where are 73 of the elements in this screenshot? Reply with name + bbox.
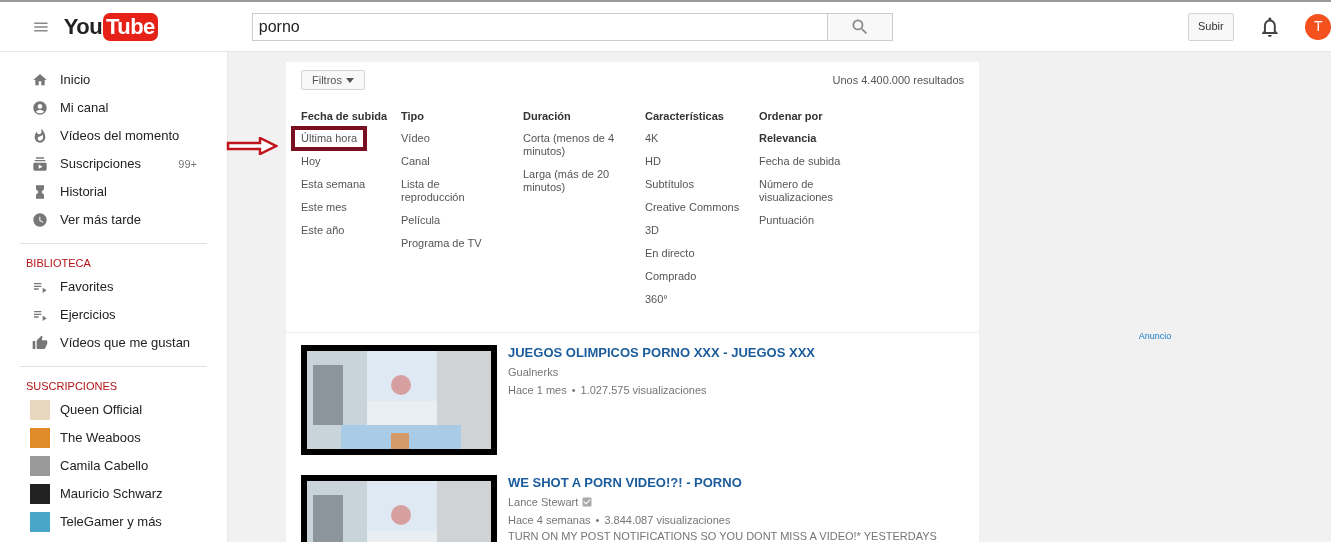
- filter-option[interactable]: Comprado: [645, 270, 697, 283]
- filter-option[interactable]: Esta semana: [301, 178, 366, 191]
- channel-name[interactable]: Lance Stewart: [508, 494, 579, 511]
- sidebar-item[interactable]: Mauricio Schwarz: [0, 480, 227, 508]
- clock-icon: [32, 212, 48, 228]
- filter-option[interactable]: 3D: [645, 224, 660, 237]
- sidebar-item[interactable]: Favorites: [0, 273, 227, 301]
- sidebar-item[interactable]: Queen Official: [0, 396, 227, 424]
- logo[interactable]: You Tube: [63, 10, 158, 43]
- sidebar-item[interactable]: Inicio: [0, 66, 227, 94]
- account-icon: [32, 100, 48, 116]
- filter-option[interactable]: Larga (más de 20 minutos): [523, 168, 623, 194]
- filter-option[interactable]: Programa de TV: [401, 237, 482, 250]
- results-count: Unos 4.400.000 resultados: [832, 72, 964, 88]
- filter-option[interactable]: Subtítulos: [645, 178, 694, 191]
- filter-heading: Ordenar por: [759, 109, 824, 122]
- filter-heading: Fecha de subida: [301, 109, 389, 122]
- filter-heading: Duración: [523, 109, 572, 122]
- section-title: BIBLIOTECA: [25, 255, 92, 271]
- filter-option[interactable]: 360°: [645, 293, 668, 306]
- logo-text: You: [63, 13, 103, 41]
- view-count: 3.844.087 visualizaciones: [604, 513, 731, 527]
- filters-button[interactable]: Filtros: [301, 70, 365, 90]
- home-icon: [32, 72, 48, 88]
- filter-option[interactable]: Película: [401, 214, 441, 227]
- upload-age: Hace 4 semanas: [508, 513, 591, 527]
- thumbs-up-icon: [32, 335, 48, 351]
- filter-option[interactable]: Última hora: [291, 126, 368, 151]
- filter-option[interactable]: Lista de reproducción: [401, 178, 501, 204]
- upload-button[interactable]: Subir: [1187, 12, 1234, 41]
- filter-option[interactable]: Relevancia: [759, 132, 817, 145]
- sidebar-item[interactable]: Ver más tarde: [0, 206, 227, 234]
- filter-option[interactable]: Este mes: [301, 201, 347, 214]
- sidebar-item[interactable]: Suscripciones 99+: [0, 150, 227, 178]
- separator-dot: •: [571, 383, 576, 397]
- channel-name[interactable]: Gualnerks: [508, 364, 559, 381]
- filter-option[interactable]: Vídeo: [401, 132, 430, 145]
- filter-option[interactable]: Número de visualizaciones: [759, 178, 859, 204]
- sidebar-item[interactable]: Ejercicios: [0, 301, 227, 329]
- filter-option[interactable]: Corta (menos de 4 minutos): [523, 132, 623, 158]
- sidebar-item[interactable]: Camila Cabello: [0, 452, 227, 480]
- separator-dot: •: [595, 513, 600, 527]
- filter-option[interactable]: Este año: [301, 224, 345, 237]
- logo-badge: Tube: [103, 12, 158, 41]
- filter-heading: Características: [645, 109, 725, 122]
- ad-label[interactable]: Anuncio: [1138, 330, 1172, 542]
- subscriptions-icon: [32, 156, 48, 172]
- sidebar-item[interactable]: TeleGamer y más: [0, 508, 227, 536]
- filter-option[interactable]: En directo: [645, 247, 695, 260]
- filter-option[interactable]: Hoy: [301, 155, 321, 168]
- filter-option[interactable]: Creative Commons: [645, 201, 740, 214]
- sidebar-item[interactable]: Vídeos del momento: [0, 122, 227, 150]
- sidebar-item[interactable]: Historial: [0, 178, 227, 206]
- section-title: SUSCRIPCIONES: [25, 378, 119, 394]
- filter-option[interactable]: 4K: [645, 132, 659, 145]
- flame-icon: [32, 128, 48, 144]
- filter-option[interactable]: Canal: [401, 155, 430, 168]
- sidebar-item[interactable]: Mi canal: [0, 94, 227, 122]
- subscription-count: 99+: [178, 156, 197, 172]
- filter-option[interactable]: Fecha de subida: [759, 155, 841, 168]
- search-field[interactable]: porno: [251, 12, 828, 41]
- sidebar-item[interactable]: Vídeos que me gustan: [0, 329, 227, 357]
- search-button[interactable]: [827, 12, 893, 41]
- video-title[interactable]: WE SHOT A PORN VIDEO!?! - PORNO: [508, 475, 937, 491]
- video-title[interactable]: JUEGOS OLIMPICOS PORNO XXX - JUEGOS XXX: [508, 345, 815, 361]
- view-count: 1.027.575 visualizaciones: [580, 383, 707, 397]
- upload-age: Hace 1 mes: [508, 383, 567, 397]
- filter-option[interactable]: HD: [645, 155, 661, 168]
- sidebar-item[interactable]: The Weaboos: [0, 424, 227, 452]
- video-description: TURN ON MY POST NOTIFICATIONS SO YOU DONT MISS A VIDEO!* YESTERDAYS: [508, 529, 937, 542]
- caret-icon: [345, 77, 354, 83]
- filter-heading: Tipo: [401, 109, 425, 122]
- filter-option[interactable]: Puntuación: [759, 214, 815, 227]
